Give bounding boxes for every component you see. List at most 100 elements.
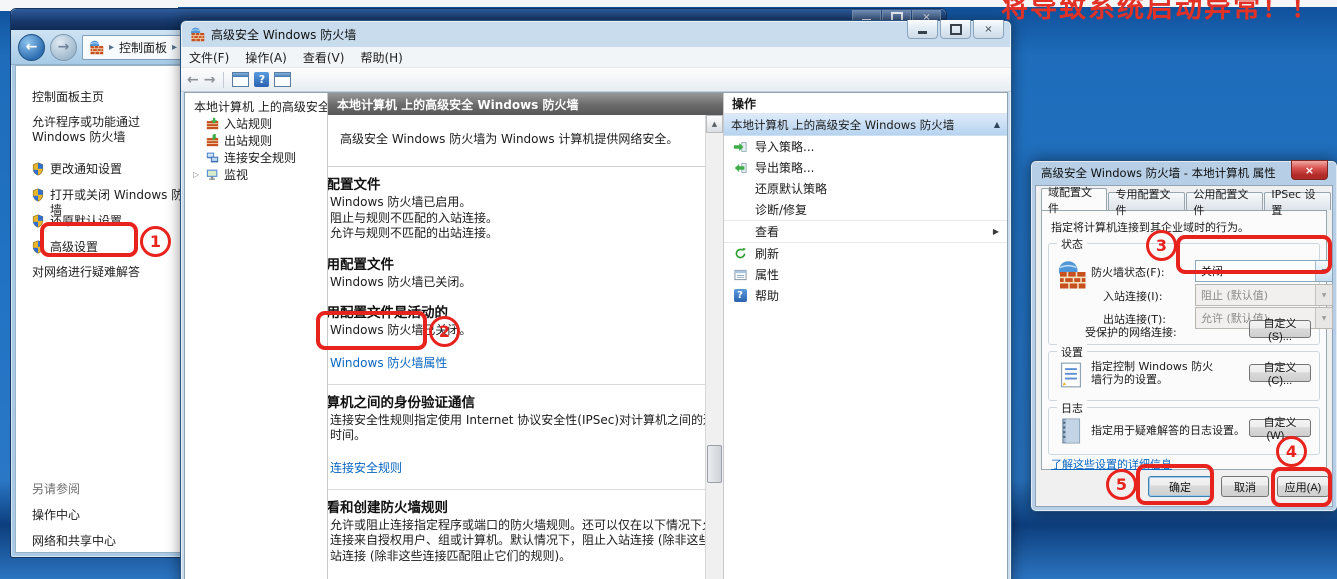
customize-protected-button[interactable]: 自定义(S)...: [1249, 320, 1311, 338]
help-icon[interactable]: ?: [254, 72, 269, 87]
menu-action[interactable]: 操作(A): [237, 49, 295, 66]
breadcrumb-control-panel[interactable]: 控制面板: [119, 39, 167, 56]
sidebar-item-allow-program[interactable]: 允许程序或功能通过 Windows 防火墙: [32, 115, 184, 145]
expander-icon[interactable]: ▷: [193, 170, 201, 179]
properties-icon: [734, 269, 747, 281]
customize-settings-button[interactable]: 自定义(C)...: [1249, 364, 1311, 382]
tree-item-monitoring[interactable]: ▷ 监视: [185, 166, 327, 183]
shield-icon: [32, 188, 44, 202]
action-import-policy[interactable]: 导入策略...: [724, 136, 1007, 157]
console-panes: 本地计算机 上的高级安全 Win 入站规则 出站规则 连接安全规则 ▷: [184, 92, 1008, 579]
status-group: 状态 防火墙状态(F): 关闭 ▼ 入站连接(I): 阻止 (默认值) ▼ 出站…: [1048, 243, 1320, 345]
shield-icon: [32, 214, 44, 228]
firewall-state-combobox[interactable]: 关闭 ▼: [1195, 260, 1333, 282]
console-titlebar[interactable]: 高级安全 Windows 防火墙 ×: [181, 21, 1011, 47]
tab-public-profile[interactable]: 公用配置文件: [1186, 192, 1263, 210]
dropdown-arrow-icon: ▼: [1315, 261, 1332, 281]
collapse-icon[interactable]: ▲: [994, 120, 1000, 129]
page-top-strip: [0, 0, 1337, 7]
customize-logging-button[interactable]: 自定义(W)...: [1249, 419, 1311, 437]
show-hide-console-tree-icon[interactable]: [232, 72, 249, 87]
tab-strip: 域配置文件 专用配置文件 公用配置文件 IPSec 设置: [1041, 189, 1332, 210]
logging-group-label: 日志: [1057, 400, 1087, 416]
menu-bar: 文件(F) 操作(A) 查看(V) 帮助(H): [181, 47, 1011, 68]
ok-button[interactable]: 确定: [1148, 476, 1212, 497]
settings-group-text: 指定控制 Windows 防火墙行为的设置。: [1091, 360, 1219, 386]
sidebar-item-advanced-settings[interactable]: 高级设置: [32, 240, 98, 255]
action-refresh[interactable]: 刷新: [724, 242, 1007, 264]
show-hide-action-pane-icon[interactable]: [274, 72, 291, 87]
dialog-title: 高级安全 Windows 防火墙 - 本地计算机 属性: [1041, 165, 1276, 181]
cancel-button[interactable]: 取消: [1221, 476, 1269, 497]
minimize-button[interactable]: [907, 20, 938, 39]
section-title: 域配置文件: [328, 176, 706, 195]
learn-more-link[interactable]: 了解这些设置的详细信息: [1051, 456, 1172, 472]
close-icon: ×: [984, 24, 992, 35]
section-title: 公用配置文件是活动的: [328, 304, 706, 323]
menu-help[interactable]: 帮助(H): [352, 49, 410, 66]
dropdown-arrow-icon: ▼: [1315, 285, 1332, 305]
close-icon: ×: [1305, 164, 1314, 177]
sidebar-item-troubleshoot[interactable]: 对网络进行疑难解答: [32, 265, 140, 280]
overview-intro: 高级安全 Windows 防火墙为 Windows 计算机提供网络安全。: [328, 115, 706, 167]
tab-domain-profile[interactable]: 域配置文件: [1041, 188, 1107, 210]
action-view[interactable]: 查看 ▶: [724, 220, 1007, 242]
back-button[interactable]: ←: [18, 34, 45, 61]
dropdown-arrow-icon: ▼: [1315, 308, 1332, 328]
tab-ipsec-settings[interactable]: IPSec 设置: [1264, 192, 1331, 210]
vertical-scrollbar[interactable]: ▲: [705, 115, 723, 579]
dialog-titlebar[interactable]: 高级安全 Windows 防火墙 - 本地计算机 属性 ×: [1031, 161, 1337, 185]
sidebar-item-home[interactable]: 控制面板主页: [32, 90, 104, 105]
section-title: 计算机之间的身份验证通信: [328, 394, 706, 413]
section-authentication: 计算机之间的身份验证通信 连接安全性规则指定使用 Internet 协议安全性(…: [328, 384, 706, 481]
section-public-profile: 公用配置文件是活动的 Windows 防火墙已关闭。 Windows 防火墙属性: [328, 295, 706, 376]
sidebar-item-restore-defaults[interactable]: 还原默认设置: [32, 214, 122, 229]
actions-group-header[interactable]: 本地计算机 上的高级安全 Windows 防火墙 ▲: [724, 114, 1007, 136]
connection-security-rules-link[interactable]: 连接安全规则: [328, 459, 706, 476]
tree-item-root[interactable]: 本地计算机 上的高级安全 Win: [185, 98, 327, 115]
sidebar-item-change-notify[interactable]: 更改通知设置: [32, 162, 122, 177]
action-restore-policy[interactable]: 还原默认策略: [724, 178, 1007, 199]
connection-security-icon: [206, 151, 219, 164]
maximize-icon: [950, 24, 962, 35]
forward-button[interactable]: →: [50, 34, 77, 61]
shield-icon: [32, 162, 44, 176]
desktop: × ← → ▸ 控制面板 ▸ 系 控制面板主页 允许程序或功能通过 Window…: [0, 0, 1337, 579]
forward-icon[interactable]: →: [204, 73, 216, 87]
sidebar-item-network-center[interactable]: 网络和共享中心: [32, 534, 116, 549]
overview-content: 高级安全 Windows 防火墙为 Windows 计算机提供网络安全。 域配置…: [328, 115, 706, 579]
see-also-heading: 另请参阅: [32, 482, 80, 497]
tree-item-outbound-rules[interactable]: 出站规则: [185, 132, 327, 149]
export-icon: [733, 162, 747, 174]
back-icon[interactable]: ←: [187, 73, 199, 87]
action-help[interactable]: ? 帮助: [724, 285, 1007, 306]
firewall-icon: [190, 27, 205, 42]
scroll-up-icon[interactable]: ▲: [706, 115, 723, 133]
action-export-policy[interactable]: 导出策略...: [724, 157, 1007, 178]
action-properties[interactable]: 属性: [724, 264, 1007, 285]
tab-private-profile[interactable]: 专用配置文件: [1108, 192, 1185, 210]
windows-firewall-properties-link[interactable]: Windows 防火墙属性: [328, 354, 706, 371]
action-diagnose-repair[interactable]: 诊断/修复: [724, 199, 1007, 220]
sidebar-item-action-center[interactable]: 操作中心: [32, 508, 80, 523]
maximize-button[interactable]: [940, 20, 971, 39]
log-icon: [1059, 418, 1081, 444]
section-firewall-rules: 查看和创建防火墙规则 允许或阻止连接指定程序或端口的防火墙规则。还可以仅在以下情…: [328, 489, 706, 579]
section-private-profile: 专用配置文件 Windows 防火墙已关闭。: [328, 247, 706, 296]
apply-button[interactable]: 应用(A): [1277, 476, 1329, 497]
tree-item-connection-security[interactable]: 连接安全规则: [185, 149, 327, 166]
close-button[interactable]: ×: [1291, 160, 1328, 180]
console-results-pane: 本地计算机 上的高级安全 Windows 防火墙 高级安全 Windows 防火…: [328, 93, 724, 579]
chevron-right-icon: ▸: [109, 42, 114, 53]
menu-view[interactable]: 查看(V): [295, 49, 353, 66]
tree-item-inbound-rules[interactable]: 入站规则: [185, 115, 327, 132]
scrollbar-thumb[interactable]: [707, 445, 722, 483]
close-button[interactable]: ×: [973, 20, 1004, 39]
minimize-icon: [918, 31, 927, 34]
import-icon: [733, 141, 747, 153]
menu-file[interactable]: 文件(F): [181, 49, 237, 66]
section-domain-profile: 域配置文件 Windows 防火墙已启用。 阻止与规则不匹配的入站连接。 允许与…: [328, 167, 706, 247]
protected-connections-label: 受保护的网络连接:: [1085, 324, 1177, 340]
inbound-rules-icon: [206, 117, 219, 130]
logging-group: 日志 指定用于疑难解答的日志设置。 自定义(W)...: [1048, 407, 1320, 455]
